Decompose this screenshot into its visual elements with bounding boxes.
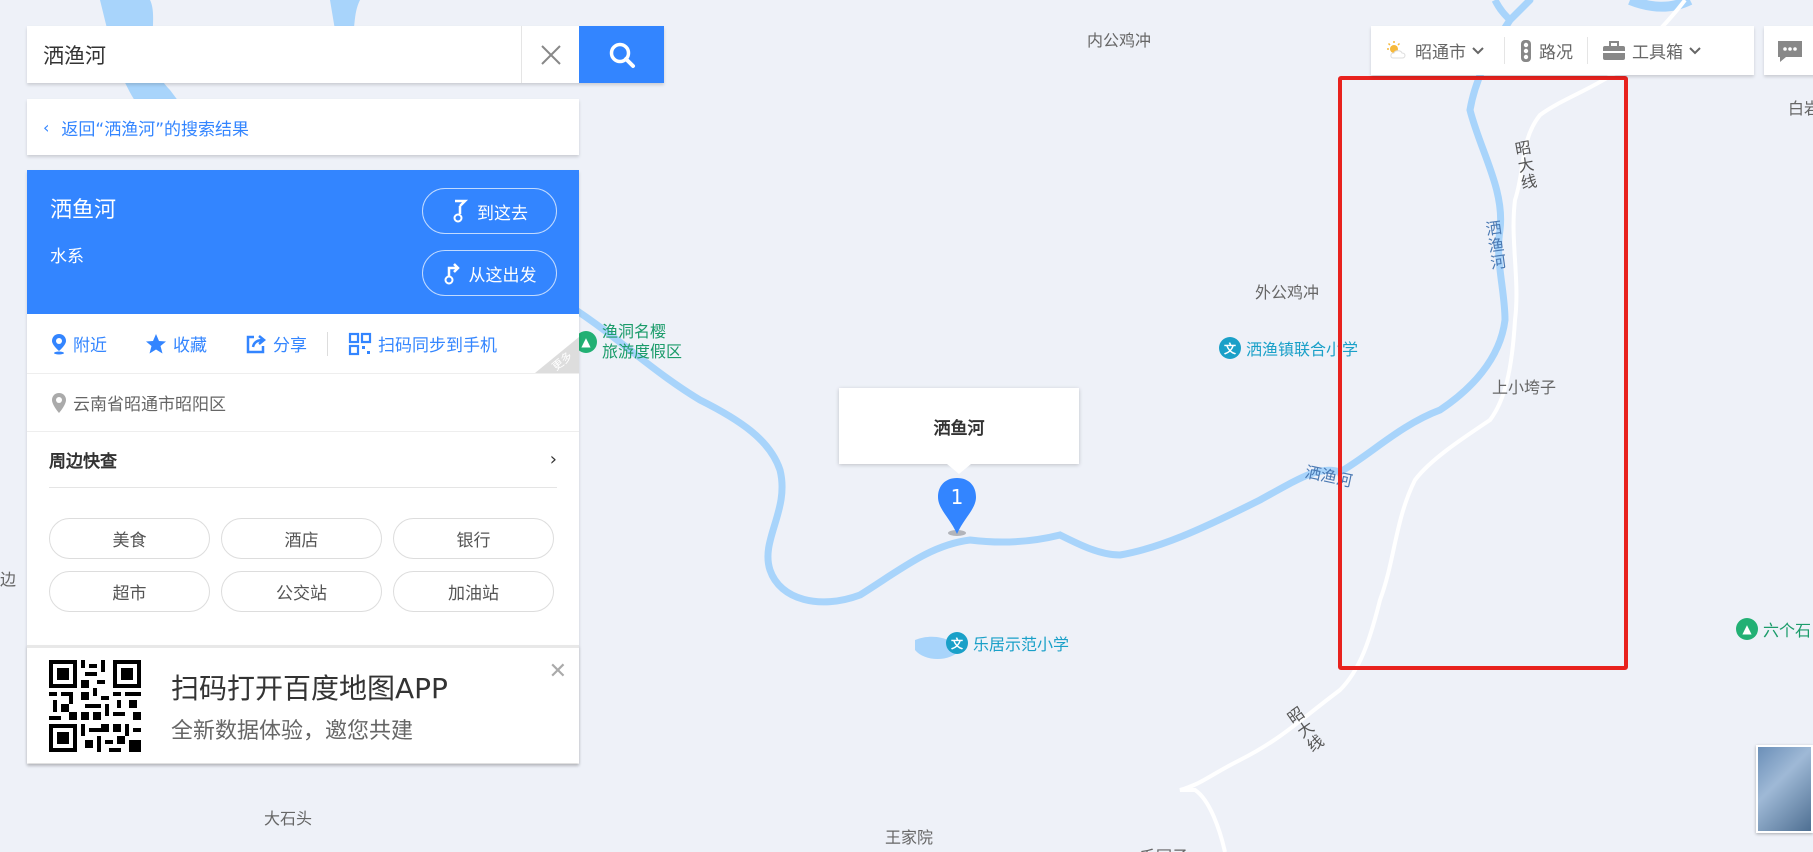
chevron-right-icon: › (549, 449, 557, 470)
chevron-down-icon (1689, 46, 1701, 54)
traffic-light-icon (1521, 39, 1531, 62)
qr-banner-text: 扫码打开百度地图APP 全新数据体验，邀您共建 (171, 667, 448, 745)
scenic-icon: ▲ (1736, 618, 1758, 640)
navigate-to-icon (453, 199, 469, 223)
address-text: 云南省昭通市昭阳区 (73, 395, 226, 415)
favorite-action[interactable]: 收藏 (145, 331, 207, 356)
nearby-quick-search[interactable]: 周边快查 › (49, 432, 557, 488)
go-here-label: 到这去 (477, 203, 528, 224)
chip-gas-station[interactable]: 加油站 (393, 571, 554, 612)
go-here-button[interactable]: 到这去 (422, 188, 557, 234)
action-row: 附近 收藏 分享 扫码同步到手机 更多 (27, 314, 579, 374)
poi-resort-label: 渔洞名樱 旅游度假区 (602, 322, 683, 361)
messages-button[interactable] (1764, 26, 1813, 75)
chip-hotel[interactable]: 酒店 (221, 518, 382, 559)
street-view-thumbnail[interactable] (1756, 745, 1813, 833)
share-icon (246, 334, 267, 353)
search-icon (609, 42, 635, 68)
toolbox-icon (1603, 40, 1625, 60)
city-label: 昭通市 (1415, 43, 1466, 63)
clear-search-button[interactable] (521, 26, 579, 83)
qr-scan-icon (348, 332, 372, 355)
category-chip-grid: 美食 酒店 银行 超市 公交站 加油站 (27, 488, 579, 612)
poi-resort[interactable]: ▲ 渔洞名樱 旅游度假区 (575, 322, 682, 362)
chevron-down-icon (1472, 46, 1484, 54)
highlight-rectangle (1338, 76, 1628, 670)
location-pin-icon[interactable]: 1 (936, 476, 978, 538)
back-to-results-link[interactable]: ‹ 返回“洒渔河”的搜索结果 (27, 99, 579, 155)
search-box (27, 26, 664, 83)
marker-popup[interactable]: 洒鱼河 (839, 388, 1079, 474)
traffic-toggle[interactable]: 路况 (1505, 26, 1587, 75)
map-label-bai: 白岩 (1788, 99, 1813, 118)
map-toolbar: 昭通市 路况 工具箱 (1371, 26, 1754, 75)
map-label-wangjiayuan: 王家院 (885, 828, 934, 847)
depart-from-icon (444, 263, 460, 285)
qr-download-banner: 扫码打开百度地图APP 全新数据体验，邀您共建 ✕ (27, 645, 579, 763)
close-banner-button[interactable]: ✕ (549, 658, 567, 684)
nearby-pin-icon (52, 333, 66, 354)
qr-code-image (49, 659, 141, 752)
toolbox-menu[interactable]: 工具箱 (1588, 26, 1721, 75)
poi-liuge-label: 六个石 (1763, 621, 1812, 640)
nearby-title: 周边快查 (49, 452, 117, 472)
chevron-left-icon: ‹ (43, 117, 50, 137)
marker-number: 1 (951, 485, 964, 509)
weather-sunny-cloud-icon (1387, 40, 1406, 58)
from-here-button[interactable]: 从这出发 (422, 250, 557, 296)
star-icon (146, 333, 166, 353)
marker-popup-title: 洒鱼河 (933, 418, 985, 439)
more-corner-tab[interactable]: 更多 (535, 337, 579, 373)
from-here-label: 从这出发 (468, 265, 537, 286)
poi-school-leju-label: 乐居示范小学 (973, 635, 1070, 654)
share-action-label: 分享 (273, 336, 307, 356)
address-row: 云南省昭通市昭阳区 (27, 374, 579, 432)
nearby-action[interactable]: 附近 (51, 331, 107, 356)
map-label-bian: 边 (0, 570, 17, 589)
close-icon (540, 44, 561, 65)
map-label-bottom-cut: 毛园子 (1140, 843, 1188, 852)
search-input[interactable] (27, 26, 521, 83)
location-icon (52, 392, 66, 413)
chip-supermarket[interactable]: 超市 (49, 571, 210, 612)
map-label-neigong: 内公鸡冲 (1087, 31, 1152, 50)
share-action[interactable]: 分享 (245, 331, 307, 356)
qr-sync-action[interactable]: 扫码同步到手机 (348, 331, 497, 356)
favorite-action-label: 收藏 (173, 336, 207, 356)
school-icon: 文 (1219, 337, 1241, 359)
map-label-dashitou: 大石头 (264, 809, 313, 828)
search-button[interactable] (579, 26, 664, 83)
chip-food[interactable]: 美食 (49, 518, 210, 559)
traffic-label: 路况 (1539, 43, 1573, 63)
qr-banner-subtitle: 全新数据体验，邀您共建 (171, 718, 414, 744)
card-header: 洒鱼河 水系 到这去 从这出发 (27, 170, 579, 314)
chip-bank[interactable]: 银行 (393, 518, 554, 559)
back-link-label: 返回“洒渔河”的搜索结果 (61, 119, 250, 140)
poi-liuge[interactable]: ▲ 六个石 (1736, 617, 1811, 641)
action-divider (327, 331, 328, 356)
poi-school-leju[interactable]: 文 乐居示范小学 (946, 631, 1069, 655)
chip-bus-stop[interactable]: 公交站 (221, 571, 382, 612)
map-label-waigong: 外公鸡冲 (1255, 283, 1320, 302)
qr-sync-action-label: 扫码同步到手机 (378, 336, 497, 356)
city-selector[interactable]: 昭通市 (1371, 26, 1504, 75)
qr-banner-title: 扫码打开百度地图APP (171, 671, 448, 705)
chat-bubble-icon (1778, 40, 1802, 62)
nearby-action-label: 附近 (73, 336, 107, 356)
toolbox-label: 工具箱 (1632, 43, 1683, 63)
school-icon: 文 (946, 632, 968, 654)
